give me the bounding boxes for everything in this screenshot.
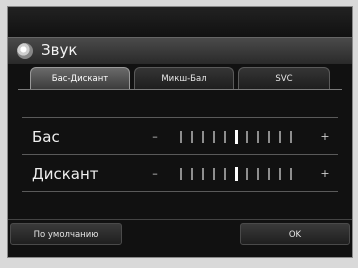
level-tick xyxy=(213,168,215,180)
level-tick xyxy=(290,131,292,143)
title-bar: Звук xyxy=(8,37,352,64)
level-tick xyxy=(268,168,270,180)
bass-control-row: Бас – + xyxy=(28,124,334,150)
tab-mix-balance[interactable]: Микш-Бал xyxy=(134,67,234,89)
sound-settings-screen: Звук Бас-Дискант Микш-Бал SVC Бас – + Ди… xyxy=(7,6,353,258)
sound-settings-icon xyxy=(17,43,33,59)
row-divider xyxy=(22,154,338,155)
level-tick xyxy=(180,168,182,180)
button-bar-divider xyxy=(8,219,352,220)
treble-control-row: Дискант – + xyxy=(28,161,334,187)
level-tick xyxy=(224,131,226,143)
level-indicator xyxy=(235,167,238,181)
bass-increase-button[interactable]: + xyxy=(318,124,332,150)
level-tick xyxy=(246,131,248,143)
level-tick xyxy=(290,168,292,180)
level-tick xyxy=(202,168,204,180)
level-tick xyxy=(224,168,226,180)
level-tick xyxy=(257,168,259,180)
level-tick xyxy=(202,131,204,143)
screen-top-area xyxy=(8,7,352,37)
level-tick xyxy=(213,131,215,143)
level-tick xyxy=(257,131,259,143)
page-title: Звук xyxy=(41,41,78,59)
treble-label: Дискант xyxy=(32,165,99,183)
tab-svc[interactable]: SVC xyxy=(238,67,330,89)
treble-increase-button[interactable]: + xyxy=(318,161,332,187)
default-button[interactable]: По умолчанию xyxy=(10,223,122,245)
level-tick xyxy=(180,131,182,143)
row-divider xyxy=(22,117,338,118)
treble-decrease-button[interactable]: – xyxy=(148,161,162,187)
level-tick xyxy=(279,131,281,143)
row-divider xyxy=(22,191,338,192)
bass-label: Бас xyxy=(32,128,60,146)
ok-button[interactable]: OK xyxy=(240,223,350,245)
bass-level-slider[interactable] xyxy=(180,130,302,144)
tab-bar: Бас-Дискант Микш-Бал SVC xyxy=(8,67,352,89)
tab-bass-treble[interactable]: Бас-Дискант xyxy=(30,67,130,89)
level-indicator xyxy=(235,130,238,144)
level-tick xyxy=(279,168,281,180)
level-tick xyxy=(191,168,193,180)
level-tick xyxy=(246,168,248,180)
bass-decrease-button[interactable]: – xyxy=(148,124,162,150)
level-tick xyxy=(268,131,270,143)
level-tick xyxy=(191,131,193,143)
treble-level-slider[interactable] xyxy=(180,167,302,181)
tab-divider xyxy=(18,89,342,90)
